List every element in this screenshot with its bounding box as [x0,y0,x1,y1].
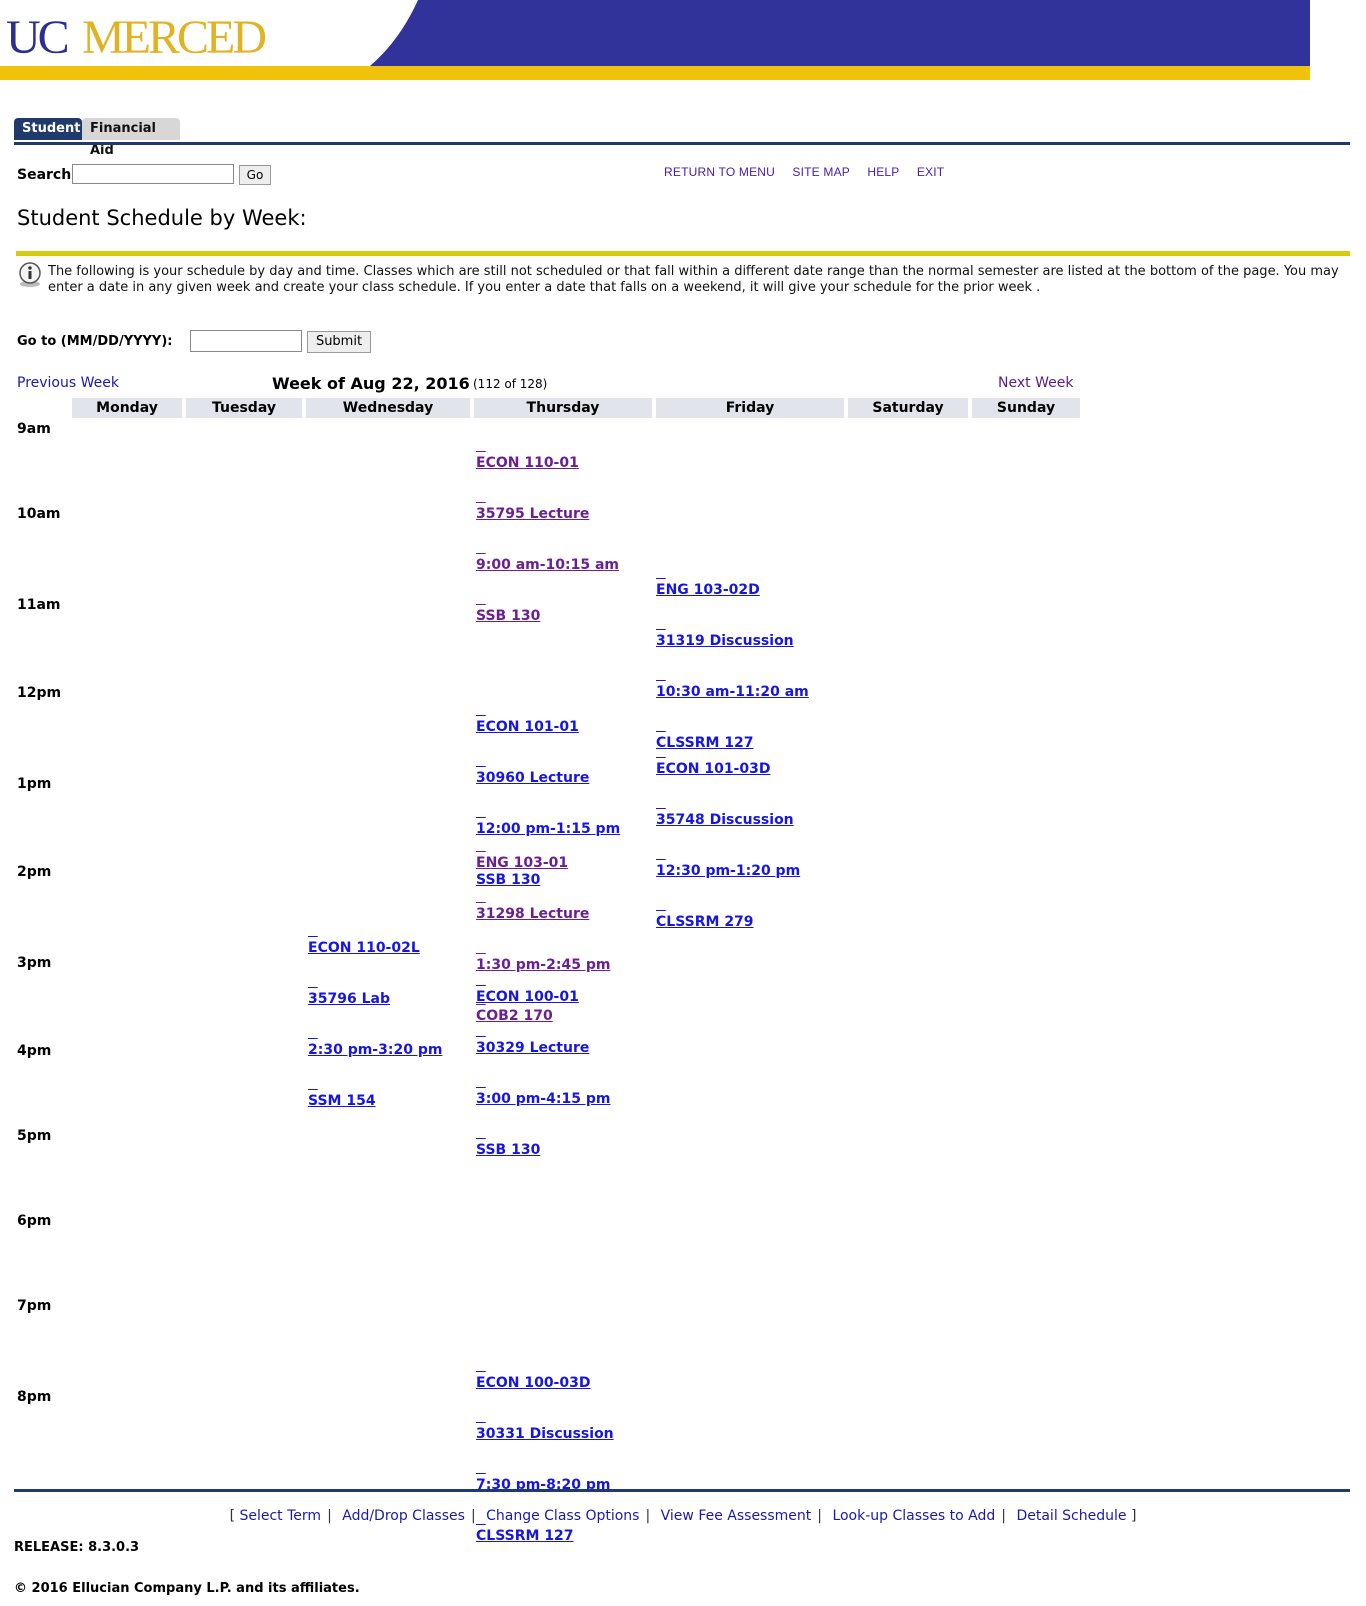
event-room: SSB 130 [476,608,541,624]
copyright: © 2016 Ellucian Company L.P. and its aff… [14,1581,360,1596]
day-header-sunday: Sunday [972,398,1080,418]
class-event[interactable]: ECON 110-01 35795 Lecture 9:00 am-10:15 … [476,421,619,642]
event-course: ECON 100-03D [476,1375,591,1391]
lookup-classes-link[interactable]: Look-up Classes to Add [832,1508,995,1524]
event-room: SSM 154 [308,1093,376,1109]
week-title: Week of Aug 22, 2016 [272,374,470,393]
hour-label: 8pm [17,1389,52,1405]
event-course: ECON 110-02L [308,940,420,956]
event-course: ECON 101-01 [476,719,579,735]
return-to-menu-link[interactable]: RETURN TO MENU [664,165,775,179]
title-divider [16,251,1350,256]
hour-label: 3pm [17,955,52,971]
info-icon [19,262,41,287]
week-count: (112 of 128) [473,377,548,391]
info-text: The following is your schedule by day an… [48,264,1339,295]
hour-label: 2pm [17,864,52,880]
event-course: ENG 103-01 [476,855,569,871]
event-time: 2:30 pm-3:20 pm [308,1042,443,1058]
logo-uc: UC [6,11,68,64]
goto-date-input[interactable] [190,330,302,352]
search-label: Search [17,167,72,183]
event-course: ENG 103-02D [656,582,760,598]
top-links: RETURN TO MENU SITE MAP HELP EXIT [664,165,958,179]
event-room: CLSSRM 279 [656,914,754,930]
logo-merced: MERCED [82,11,265,64]
view-fee-assessment-link[interactable]: View Fee Assessment [661,1508,812,1524]
event-crn-type: 30331 Discussion [476,1426,614,1442]
footer-divider [14,1489,1350,1492]
search-go-button[interactable]: Go [239,165,271,185]
select-term-link[interactable]: Select Term [239,1508,321,1524]
footer-links: [ Select Term | Add/Drop Classes | Change … [229,1508,1137,1524]
event-crn-type: 30960 Lecture [476,770,590,786]
class-event[interactable]: ECON 101-03D 35748 Discussion 12:30 pm-1… [656,727,800,948]
event-room: CLSSRM 127 [476,1528,574,1544]
page-title: Student Schedule by Week: [17,206,307,230]
hour-label: 9am [17,421,51,437]
class-event[interactable]: ECON 100-01 30329 Lecture 3:00 pm-4:15 p… [476,955,610,1176]
day-header-wednesday: Wednesday [306,398,470,418]
detail-schedule-link[interactable]: Detail Schedule [1016,1508,1126,1524]
tab-bar: Student Financial Aid [14,116,1350,158]
hour-label: 5pm [17,1128,52,1144]
event-crn-type: 35795 Lecture [476,506,590,522]
hour-label: 6pm [17,1213,52,1229]
event-course: ECON 100-01 [476,989,579,1005]
change-class-options-link[interactable]: Change Class Options [486,1508,639,1524]
hour-label: 7pm [17,1298,52,1314]
submit-button[interactable]: Submit [307,331,371,353]
event-time: 10:30 am-11:20 am [656,684,809,700]
event-course: ECON 110-01 [476,455,579,471]
event-crn-type: 31298 Lecture [476,906,590,922]
hour-label: 1pm [17,776,52,792]
event-crn-type: 30329 Lecture [476,1040,590,1056]
event-crn-type: 35748 Discussion [656,812,794,828]
day-header-saturday: Saturday [848,398,968,418]
hour-label: 12pm [17,685,62,701]
event-crn-type: 35796 Lab [308,991,390,1007]
day-header-friday: Friday [656,398,844,418]
event-room: SSB 130 [476,1142,541,1158]
day-header-monday: Monday [72,398,182,418]
tab-student[interactable]: Student [14,118,82,140]
event-time: 9:00 am-10:15 am [476,557,620,573]
help-link[interactable]: HELP [867,165,899,179]
hour-label: 11am [17,597,61,613]
event-crn-type: 31319 Discussion [656,633,794,649]
release-version: RELEASE: 8.3.0.3 [14,1540,140,1555]
next-week-link[interactable]: Next Week [998,375,1073,391]
exit-link[interactable]: EXIT [917,165,944,179]
day-header-tuesday: Tuesday [186,398,302,418]
search-input[interactable] [72,164,234,184]
hour-label: 4pm [17,1043,52,1059]
day-header-thursday: Thursday [474,398,652,418]
class-event[interactable]: ECON 100-03D 30331 Discussion 7:30 pm-8:… [476,1341,614,1562]
uc-merced-banner: UC MERCED [0,0,1310,80]
tab-financial-aid[interactable]: Financial Aid [82,118,180,158]
goto-date-label: Go to (MM/DD/YYYY): [17,334,173,349]
event-time: 3:00 pm-4:15 pm [476,1091,611,1107]
event-course: ECON 101-03D [656,761,771,777]
add-drop-classes-link[interactable]: Add/Drop Classes [342,1508,465,1524]
hour-label: 10am [17,506,61,522]
class-event[interactable]: ECON 110-02L 35796 Lab 2:30 pm-3:20 pm S… [308,906,442,1127]
event-time: 12:30 pm-1:20 pm [656,863,801,879]
site-map-link[interactable]: SITE MAP [792,165,850,179]
tab-underline [14,142,1350,145]
previous-week-link[interactable]: Previous Week [17,375,119,391]
